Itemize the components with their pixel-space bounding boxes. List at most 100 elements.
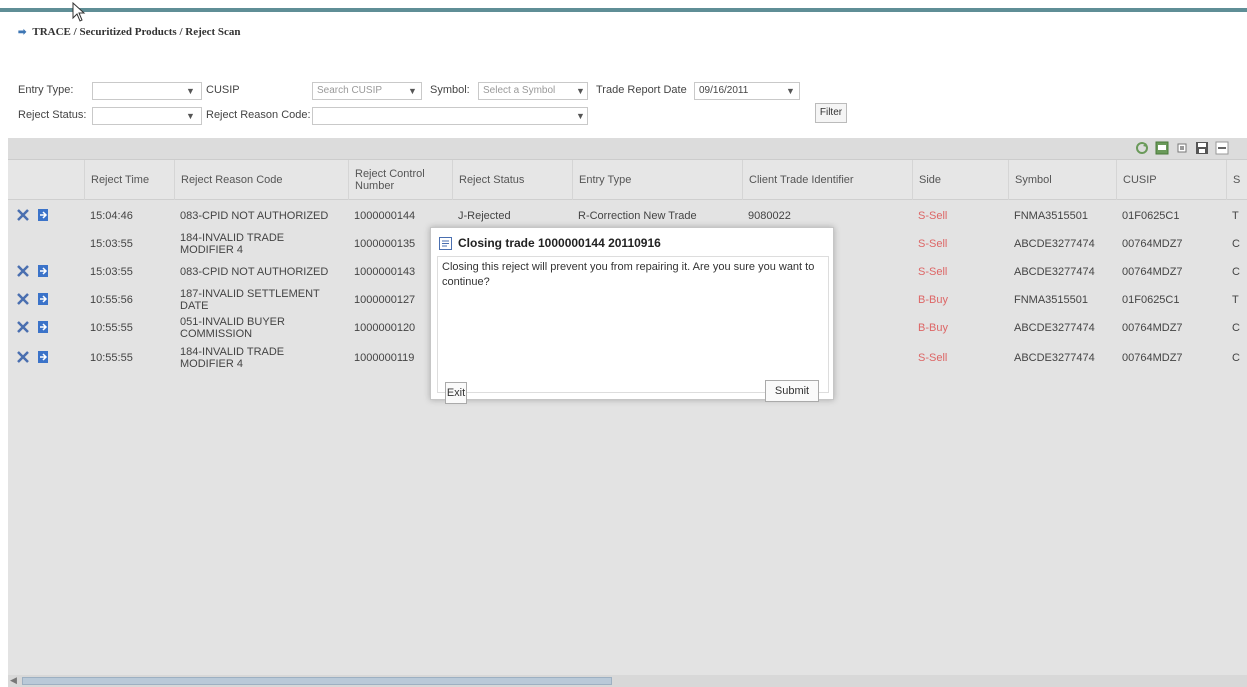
cell-side: S-Sell	[918, 352, 948, 364]
exit-button[interactable]: Exit	[445, 382, 467, 404]
chevron-down-icon[interactable]: ▼	[186, 111, 195, 121]
trade-report-date-label: Trade Report Date	[596, 84, 687, 96]
top-accent-bar	[0, 8, 1247, 12]
cell-reject-time: 10:55:56	[90, 294, 133, 306]
cusip-input[interactable]: Search CUSIP	[312, 82, 422, 100]
cell-reject-status: J-Rejected	[458, 210, 511, 222]
close-reject-icon[interactable]	[16, 264, 30, 278]
cell-reject-reason: 051-INVALID BUYER COMMISSION	[180, 316, 285, 340]
col-header-symbol[interactable]: Symbol	[1008, 160, 1116, 200]
cell-reject-reason: 187-INVALID SETTLEMENT DATE	[180, 288, 320, 312]
cell-reject-reason: 184-INVALID TRADE MODIFIER 4	[180, 232, 285, 256]
cell-control-number: 1000000144	[354, 210, 416, 222]
repair-icon[interactable]	[36, 264, 50, 278]
cell-s: C	[1232, 238, 1240, 250]
cell-side: B-Buy	[918, 322, 948, 334]
cusip-label: CUSIP	[206, 84, 240, 96]
close-reject-icon[interactable]	[16, 350, 30, 364]
cell-reject-reason: 184-INVALID TRADE MODIFIER 4	[180, 346, 285, 370]
dialog-title: Closing trade 1000000144 20110916	[439, 236, 661, 250]
col-header-entry-type[interactable]: Entry Type	[572, 160, 742, 200]
cell-symbol: FNMA3515501	[1014, 210, 1088, 222]
reject-reason-code-label: Reject Reason Code:	[206, 109, 311, 121]
refresh-icon[interactable]	[1135, 141, 1149, 155]
chevron-down-icon[interactable]: ▼	[408, 86, 417, 96]
filter-button[interactable]: Filter	[815, 103, 847, 123]
grid-header: Reject Time Reject Reason Code Reject Co…	[8, 160, 1247, 200]
cell-entry-type: R-Correction New Trade	[578, 210, 697, 222]
cell-s: T	[1232, 210, 1239, 222]
cell-side: S-Sell	[918, 210, 948, 222]
cell-symbol: ABCDE3277474	[1014, 238, 1095, 250]
close-trade-dialog: Closing trade 1000000144 20110916 Closin…	[430, 227, 834, 404]
cell-side: S-Sell	[918, 238, 948, 250]
submit-button[interactable]: Submit	[765, 380, 819, 402]
cell-s: T	[1232, 294, 1239, 306]
cell-client-trade-id: 9080022	[748, 210, 791, 222]
cell-reject-time: 10:55:55	[90, 322, 133, 334]
scroll-left-icon[interactable]: ◀	[10, 675, 17, 686]
reject-status-label: Reject Status:	[18, 109, 87, 121]
dialog-body: Closing this reject will prevent you fro…	[437, 256, 829, 393]
trade-report-date-input[interactable]: 09/16/2011	[694, 82, 800, 100]
reject-reason-code-select[interactable]	[312, 107, 588, 125]
close-reject-icon[interactable]	[16, 292, 30, 306]
cell-symbol: ABCDE3277474	[1014, 352, 1095, 364]
cell-cusip: 01F0625C1	[1122, 294, 1180, 306]
save-icon[interactable]	[1195, 141, 1209, 155]
col-header-reject-status[interactable]: Reject Status	[452, 160, 572, 200]
symbol-label: Symbol:	[430, 84, 470, 96]
chevron-down-icon[interactable]: ▼	[786, 86, 795, 96]
filter-panel: Entry Type: ▼ CUSIP Search CUSIP ▼ Symbo…	[0, 78, 1247, 138]
col-header-reject-control-number[interactable]: Reject Control Number	[348, 160, 452, 200]
cell-cusip: 01F0625C1	[1122, 210, 1180, 222]
cell-s: C	[1232, 322, 1240, 334]
scrollbar-thumb[interactable]	[22, 677, 612, 685]
close-reject-icon[interactable]	[16, 320, 30, 334]
minimize-icon[interactable]	[1215, 141, 1229, 155]
repair-icon[interactable]	[36, 208, 50, 222]
entry-type-label: Entry Type:	[18, 84, 74, 96]
col-header-client-trade-identifier[interactable]: Client Trade Identifier	[742, 160, 912, 200]
col-header-reject-time[interactable]: Reject Time	[84, 160, 174, 200]
cell-reject-time: 15:03:55	[90, 266, 133, 278]
cell-reject-reason: 083-CPID NOT AUTHORIZED	[180, 266, 329, 278]
repair-icon[interactable]	[36, 292, 50, 306]
chevron-down-icon[interactable]: ▼	[186, 86, 195, 96]
export-csv-icon[interactable]	[1155, 141, 1169, 155]
close-reject-icon[interactable]	[16, 208, 30, 222]
col-header-s[interactable]: S	[1226, 160, 1247, 200]
col-header-cusip[interactable]: CUSIP	[1116, 160, 1226, 200]
dialog-title-text: Closing trade 1000000144 20110916	[458, 236, 661, 250]
cell-reject-time: 15:03:55	[90, 238, 133, 250]
cell-s: C	[1232, 352, 1240, 364]
mouse-cursor-icon	[72, 2, 86, 22]
cell-symbol: ABCDE3277474	[1014, 322, 1095, 334]
chevron-down-icon[interactable]: ▼	[576, 111, 585, 121]
breadcrumb-text: TRACE / Securitized Products / Reject Sc…	[32, 26, 241, 38]
cell-reject-time: 15:04:46	[90, 210, 133, 222]
breadcrumb: ➡ TRACE / Securitized Products / Reject …	[18, 26, 241, 38]
symbol-select[interactable]: Select a Symbol	[478, 82, 588, 100]
col-header-reject-reason-code[interactable]: Reject Reason Code	[174, 160, 348, 200]
document-icon	[439, 236, 452, 250]
cell-symbol: ABCDE3277474	[1014, 266, 1095, 278]
cell-cusip: 00764MDZ7	[1122, 238, 1183, 250]
repair-icon[interactable]	[36, 320, 50, 334]
cell-cusip: 00764MDZ7	[1122, 352, 1183, 364]
cell-symbol: FNMA3515501	[1014, 294, 1088, 306]
cell-reject-reason: 083-CPID NOT AUTHORIZED	[180, 210, 329, 222]
repair-icon[interactable]	[36, 350, 50, 364]
arrow-right-icon: ➡	[18, 26, 27, 38]
col-header-side[interactable]: Side	[912, 160, 1008, 200]
grid-toolbar	[8, 138, 1247, 160]
horizontal-scrollbar[interactable]: ◀	[8, 675, 1247, 687]
cell-cusip: 00764MDZ7	[1122, 322, 1183, 334]
cell-reject-time: 10:55:55	[90, 352, 133, 364]
table-row[interactable]: 15:04:46 083-CPID NOT AUTHORIZED 1000000…	[8, 202, 1247, 230]
print-icon[interactable]	[1175, 141, 1189, 155]
chevron-down-icon[interactable]: ▼	[576, 86, 585, 96]
cell-s: C	[1232, 266, 1240, 278]
dialog-message: Closing this reject will prevent you fro…	[442, 261, 815, 288]
cell-cusip: 00764MDZ7	[1122, 266, 1183, 278]
